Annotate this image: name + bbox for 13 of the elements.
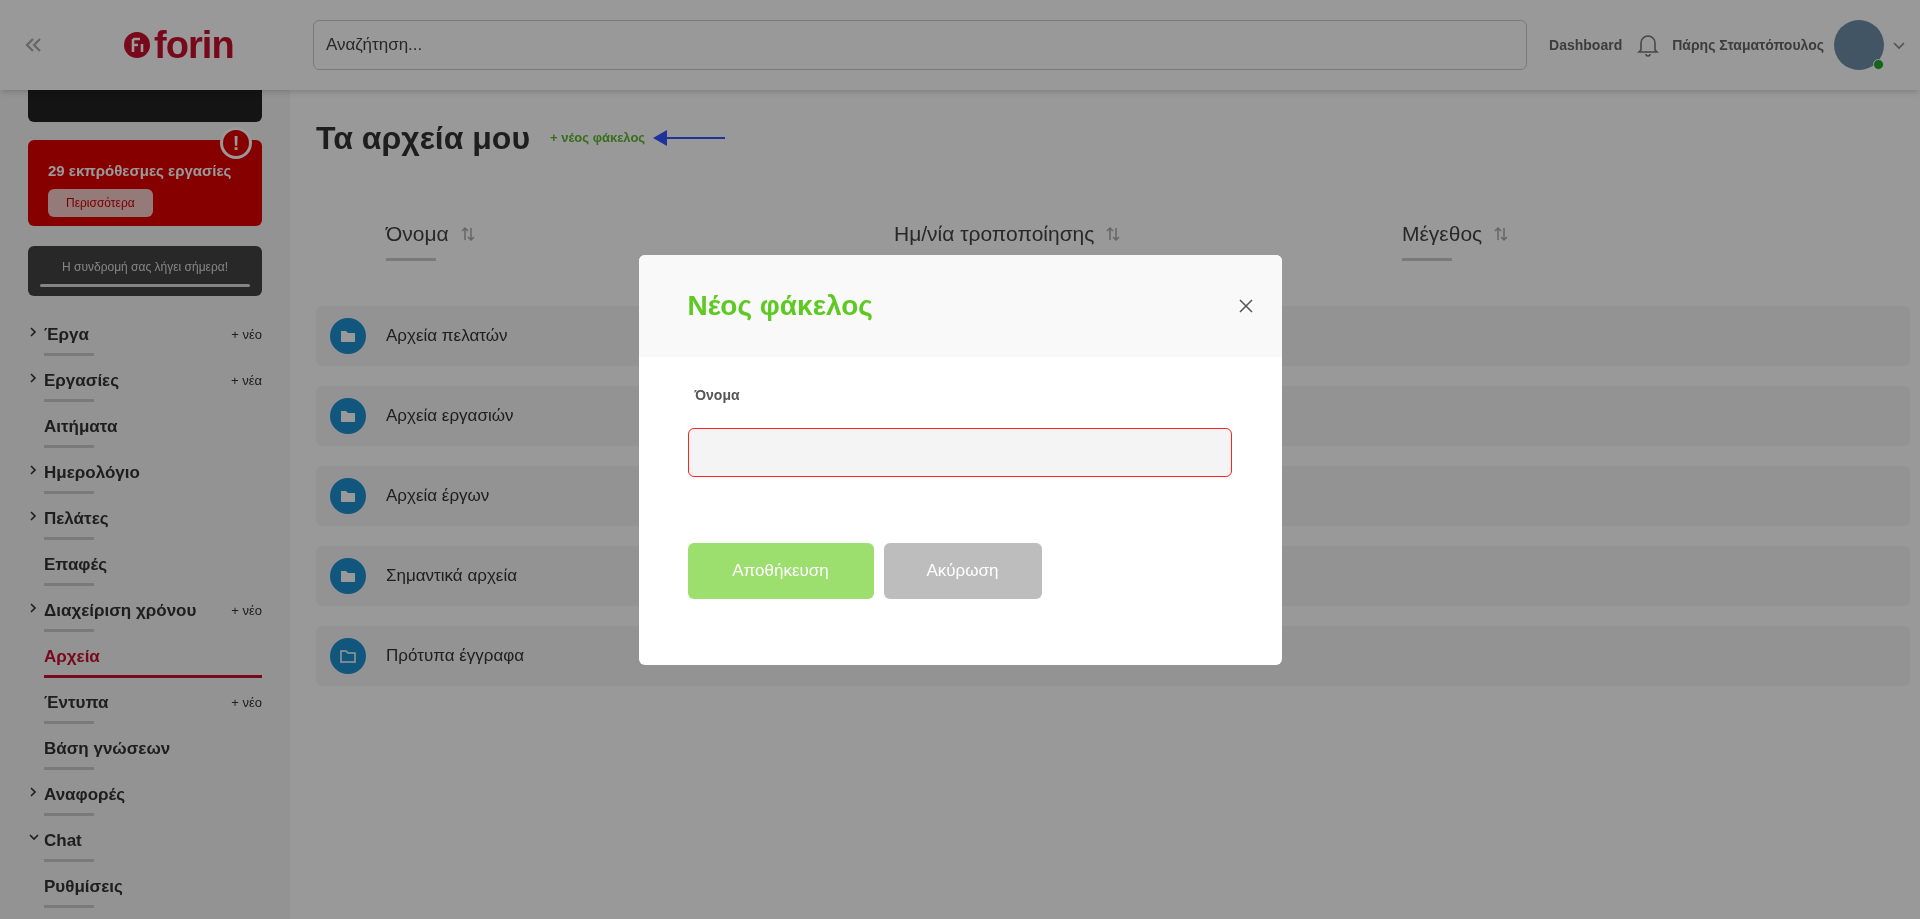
alert-text: 29 εκπρόθεσμες εργασίες: [48, 161, 233, 181]
subscription-text: Η συνδρομή σας λήγει σήμερα!: [62, 259, 228, 276]
field-label: Όνομα: [693, 386, 741, 405]
folder-name: Αρχεία πελατών: [386, 324, 508, 347]
folder-name: Σημαντικά αρχεία: [386, 564, 518, 587]
user-name: Πάρης Σταματόπουλος: [1672, 35, 1824, 55]
logo-text: forin: [154, 26, 234, 64]
dialog-title: Νέος φάκελος: [687, 289, 873, 323]
page-title: Τα αρχεία μου: [316, 119, 530, 158]
folder-name: Αρχεία εργασιών: [386, 404, 514, 427]
folder-name: Αρχεία έργων: [386, 484, 490, 507]
folder-name: Πρότυπα έγγραφα: [386, 644, 525, 667]
alert-badge: !: [220, 127, 252, 159]
